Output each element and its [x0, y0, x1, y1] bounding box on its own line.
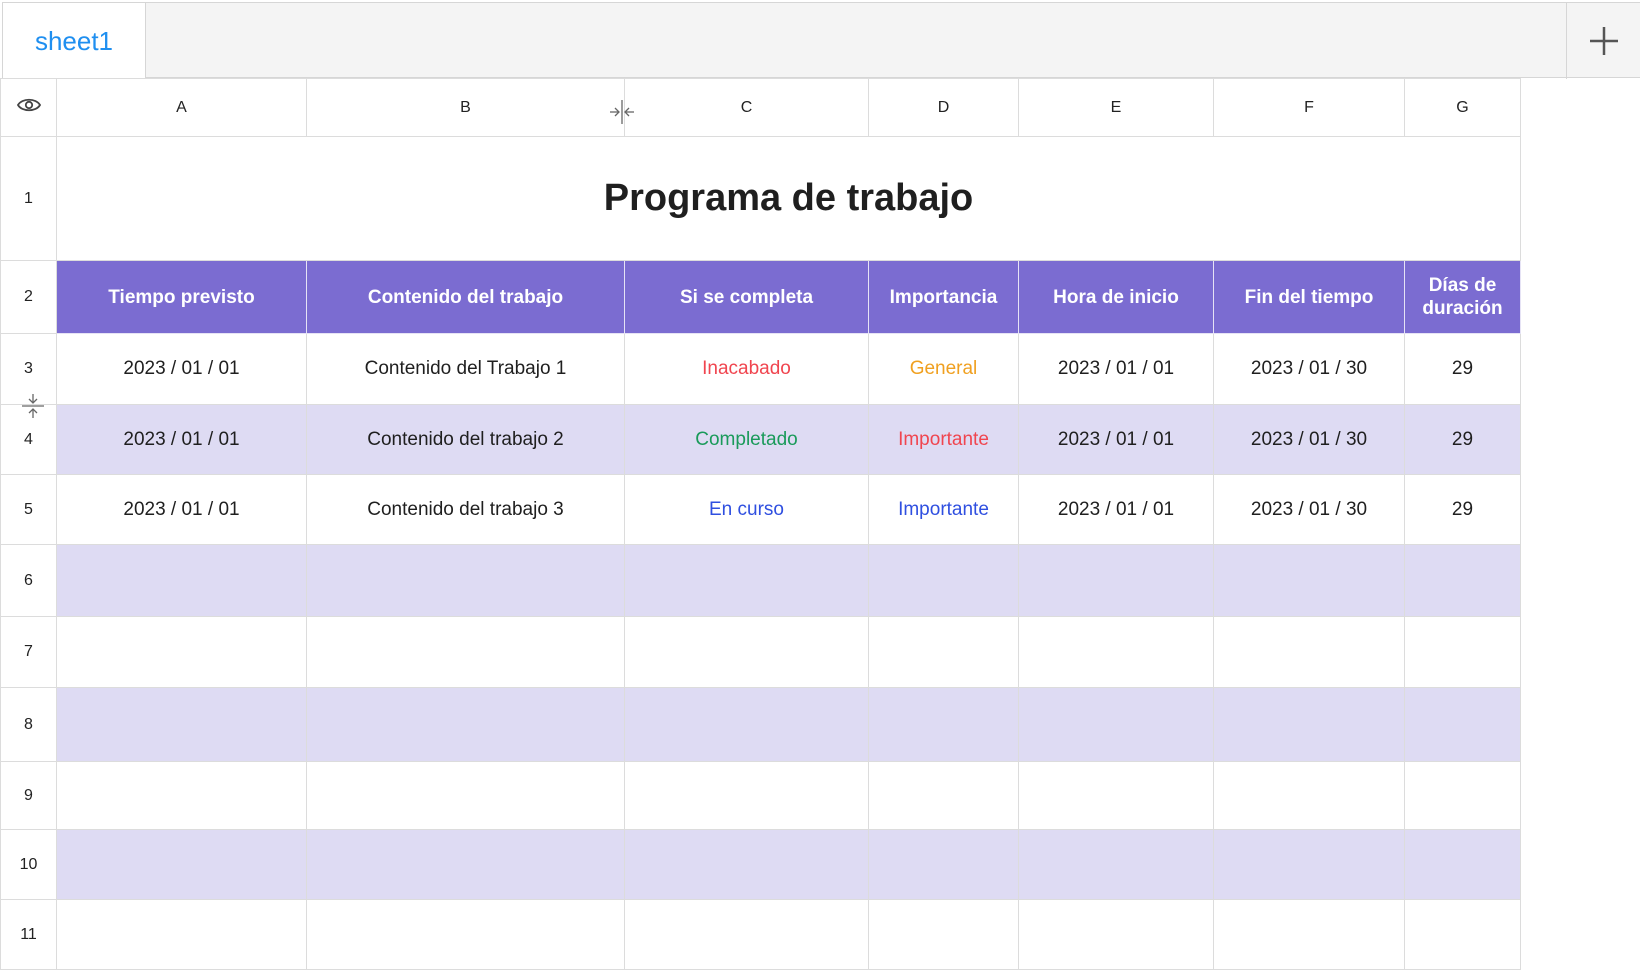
empty-cell[interactable] — [56, 761, 307, 830]
row-header-8[interactable]: 8 — [0, 687, 57, 762]
column-header-f[interactable]: F — [1213, 78, 1405, 137]
table-cell[interactable]: 29 — [1404, 474, 1521, 545]
empty-cell[interactable] — [624, 761, 869, 830]
row-header-9[interactable]: 9 — [0, 761, 57, 830]
empty-cell[interactable] — [1213, 761, 1405, 830]
sheet-tab-bar: sheet1 — [2, 2, 1640, 79]
eye-icon — [16, 98, 41, 112]
header-cell-b[interactable]: Contenido del trabajo — [306, 260, 625, 334]
empty-cell[interactable] — [1213, 687, 1405, 762]
table-cell[interactable]: 2023 / 01 / 01 — [1018, 333, 1214, 405]
empty-cell[interactable] — [1404, 829, 1521, 900]
empty-cell[interactable] — [306, 544, 625, 617]
column-header-b[interactable]: B — [306, 78, 625, 137]
table-cell[interactable]: 29 — [1404, 333, 1521, 405]
table-cell[interactable]: 2023 / 01 / 30 — [1213, 333, 1405, 405]
status-cell[interactable]: Completado — [624, 404, 869, 475]
header-cell-a[interactable]: Tiempo previsto — [56, 260, 307, 334]
row-header-11[interactable]: 11 — [0, 899, 57, 970]
tab-sheet1[interactable]: sheet1 — [2, 3, 146, 79]
empty-cell[interactable] — [1018, 829, 1214, 900]
column-resize-icon[interactable] — [609, 98, 635, 126]
column-header-g[interactable]: G — [1404, 78, 1521, 137]
empty-cell[interactable] — [868, 544, 1019, 617]
empty-cell[interactable] — [1213, 544, 1405, 617]
table-cell[interactable]: 2023 / 01 / 30 — [1213, 404, 1405, 475]
empty-cell[interactable] — [624, 899, 869, 970]
table-cell[interactable]: 2023 / 01 / 01 — [56, 333, 307, 405]
empty-cell[interactable] — [1018, 687, 1214, 762]
status-cell[interactable]: Inacabado — [624, 333, 869, 405]
sheet-title-cell[interactable]: Programa de trabajo — [56, 136, 1521, 261]
empty-cell[interactable] — [868, 687, 1019, 762]
empty-cell[interactable] — [1404, 616, 1521, 688]
empty-cell[interactable] — [1404, 899, 1521, 970]
empty-cell[interactable] — [868, 899, 1019, 970]
column-header-d[interactable]: D — [868, 78, 1019, 137]
status-cell[interactable]: En curso — [624, 474, 869, 545]
table-cell[interactable]: 2023 / 01 / 30 — [1213, 474, 1405, 545]
empty-cell[interactable] — [56, 616, 307, 688]
row-header-1[interactable]: 1 — [0, 136, 57, 261]
empty-cell[interactable] — [56, 899, 307, 970]
header-cell-e[interactable]: Hora de inicio — [1018, 260, 1214, 334]
empty-cell[interactable] — [624, 829, 869, 900]
importance-cell[interactable]: Importante — [868, 474, 1019, 545]
row-header-7[interactable]: 7 — [0, 616, 57, 688]
empty-cell[interactable] — [624, 687, 869, 762]
empty-cell[interactable] — [1018, 761, 1214, 830]
importance-cell[interactable]: Importante — [868, 404, 1019, 475]
row-resize-icon[interactable] — [21, 393, 45, 419]
empty-cell[interactable] — [868, 829, 1019, 900]
importance-cell[interactable]: General — [868, 333, 1019, 405]
row-header-10[interactable]: 10 — [0, 829, 57, 900]
empty-cell[interactable] — [306, 616, 625, 688]
empty-cell[interactable] — [1018, 616, 1214, 688]
empty-cell[interactable] — [1018, 899, 1214, 970]
column-header-e[interactable]: E — [1018, 78, 1214, 137]
table-cell[interactable]: 2023 / 01 / 01 — [56, 404, 307, 475]
empty-cell[interactable] — [1213, 616, 1405, 688]
table-cell[interactable]: 2023 / 01 / 01 — [1018, 404, 1214, 475]
empty-cell[interactable] — [868, 616, 1019, 688]
empty-cell[interactable] — [306, 761, 625, 830]
header-cell-g[interactable]: Días de duración — [1404, 260, 1521, 334]
empty-cell[interactable] — [868, 761, 1019, 830]
table-cell[interactable]: Contenido del trabajo 2 — [306, 404, 625, 475]
header-cell-f[interactable]: Fin del tiempo — [1213, 260, 1405, 334]
empty-cell[interactable] — [306, 687, 625, 762]
table-cell[interactable]: 29 — [1404, 404, 1521, 475]
row-header-5[interactable]: 5 — [0, 474, 57, 545]
empty-cell[interactable] — [1213, 899, 1405, 970]
visibility-toggle[interactable] — [0, 78, 57, 137]
table-cell[interactable]: 2023 / 01 / 01 — [56, 474, 307, 545]
table-cell[interactable]: Contenido del Trabajo 1 — [306, 333, 625, 405]
header-cell-d[interactable]: Importancia — [868, 260, 1019, 334]
table-cell[interactable]: Contenido del trabajo 3 — [306, 474, 625, 545]
empty-cell[interactable] — [1404, 761, 1521, 830]
table-cell[interactable]: 2023 / 01 / 01 — [1018, 474, 1214, 545]
empty-cell[interactable] — [624, 616, 869, 688]
empty-cell[interactable] — [624, 544, 869, 617]
empty-cell[interactable] — [1213, 829, 1405, 900]
empty-cell[interactable] — [306, 899, 625, 970]
column-header-a[interactable]: A — [56, 78, 307, 137]
column-header-c[interactable]: C — [624, 78, 869, 137]
empty-cell[interactable] — [56, 687, 307, 762]
plus-icon — [1589, 27, 1618, 55]
row-header-6[interactable]: 6 — [0, 544, 57, 617]
empty-cell[interactable] — [306, 829, 625, 900]
empty-cell[interactable] — [1404, 687, 1521, 762]
empty-cell[interactable] — [56, 829, 307, 900]
spreadsheet-grid: A B C D E F G 1 Programa de trabajo 2 Ti… — [0, 78, 1521, 970]
add-sheet-button[interactable] — [1566, 3, 1640, 79]
empty-cell[interactable] — [56, 544, 307, 617]
header-cell-c[interactable]: Si se completa — [624, 260, 869, 334]
row-header-2[interactable]: 2 — [0, 260, 57, 334]
empty-cell[interactable] — [1018, 544, 1214, 617]
empty-cell[interactable] — [1404, 544, 1521, 617]
